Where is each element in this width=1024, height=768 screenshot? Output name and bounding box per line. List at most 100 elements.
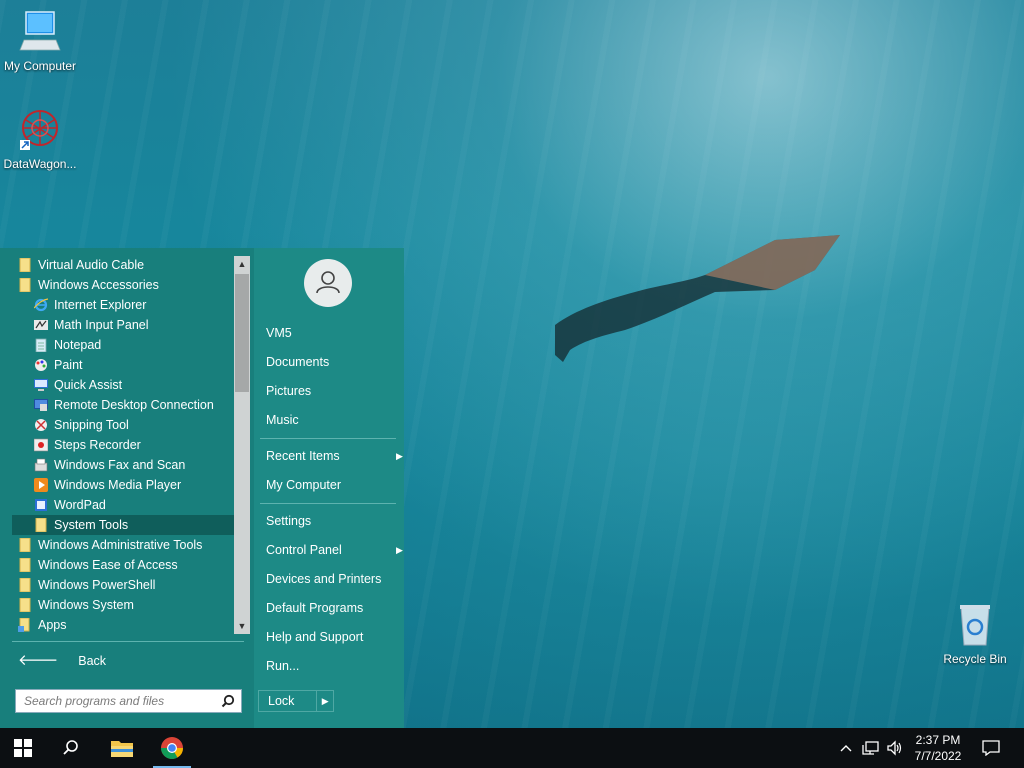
my-computer-link[interactable]: My Computer (266, 475, 341, 495)
show-hidden-icons-button[interactable] (836, 728, 856, 768)
desktop-icon-label: Recycle Bin (943, 652, 1007, 666)
chevron-right-icon: ▶ (396, 451, 403, 461)
program-item[interactable]: Virtual Audio Cable (12, 255, 234, 275)
program-label: Windows Administrative Tools (38, 538, 203, 552)
quick-assist-icon (34, 378, 54, 392)
program-label: Apps (38, 618, 67, 632)
scroll-down-button[interactable]: ▼ (234, 618, 250, 634)
file-explorer-icon (111, 741, 133, 757)
notepad-icon (34, 338, 54, 352)
folder-icon (18, 538, 38, 552)
help-support-link[interactable]: Help and Support (266, 627, 363, 647)
snipping-tool-icon (34, 418, 54, 432)
start-button[interactable] (0, 728, 46, 768)
divider (260, 503, 396, 504)
program-item[interactable]: Apps (12, 615, 234, 635)
program-label: Snipping Tool (54, 418, 129, 432)
program-item[interactable]: WordPad (12, 495, 234, 515)
program-item[interactable]: Windows Ease of Access (12, 555, 234, 575)
clock[interactable]: 2:37 PM 7/7/2022 (906, 732, 970, 764)
network-button[interactable] (860, 728, 882, 768)
program-label: Paint (54, 358, 83, 372)
program-item[interactable]: Snipping Tool (12, 415, 234, 435)
file-explorer-button[interactable] (99, 728, 145, 768)
settings-link[interactable]: Settings (266, 511, 311, 531)
pictures-link[interactable]: Pictures (266, 381, 311, 401)
places-pane: VM5 Documents Pictures Music Recent Item… (254, 248, 404, 728)
power-options-button[interactable]: ▶ (317, 696, 333, 707)
internet-explorer-icon (34, 298, 54, 312)
control-panel-label: Control Panel (266, 543, 342, 557)
program-item[interactable]: System Tools (12, 515, 234, 535)
chrome-button[interactable] (149, 728, 195, 768)
program-label: Virtual Audio Cable (38, 258, 145, 272)
program-item[interactable]: Windows Media Player (12, 475, 234, 495)
folder-icon (18, 278, 38, 292)
steps-recorder-icon (34, 438, 54, 452)
scrollbar-thumb[interactable] (235, 274, 249, 392)
folder-icon (18, 598, 38, 612)
lock-button[interactable]: Lock (259, 691, 318, 711)
program-label: Windows Media Player (54, 478, 182, 492)
documents-link[interactable]: Documents (266, 352, 329, 372)
desktop-icon-my-computer[interactable]: My Computer (0, 10, 80, 73)
program-label: Windows Accessories (38, 278, 159, 292)
program-item[interactable]: Internet Explorer (12, 295, 234, 315)
program-item[interactable]: Windows Administrative Tools (12, 535, 234, 555)
user-name-link[interactable]: VM5 (266, 323, 292, 343)
chrome-icon (161, 737, 183, 759)
windows-logo-icon (14, 739, 32, 757)
media-player-icon (34, 478, 54, 492)
desktop-icon-recycle-bin[interactable]: Recycle Bin (935, 603, 1015, 666)
program-list-scrollbar[interactable]: ▲ ▼ (234, 256, 250, 634)
paint-icon (34, 358, 54, 372)
program-item[interactable]: Remote Desktop Connection (12, 395, 234, 415)
desktop-icon-label: DataWagon... (3, 157, 77, 171)
search-input[interactable] (22, 693, 221, 709)
taskbar: 2:37 PM 7/7/2022 (0, 728, 1024, 768)
program-label: System Tools (54, 518, 129, 532)
user-icon (316, 271, 340, 294)
program-item[interactable]: Steps Recorder (12, 435, 234, 455)
program-item[interactable]: Windows PowerShell (12, 575, 234, 595)
clock-time: 2:37 PM (915, 733, 961, 747)
network-icon (862, 741, 879, 755)
back-label: Back (78, 654, 107, 668)
default-programs-link[interactable]: Default Programs (266, 598, 363, 618)
control-panel-link[interactable]: Control Panel ▶ (266, 540, 406, 560)
program-item[interactable]: Math Input Panel (12, 315, 234, 335)
program-item[interactable]: Quick Assist (12, 375, 234, 395)
recent-items-link[interactable]: Recent Items ▶ (266, 446, 406, 466)
scroll-up-button[interactable]: ▲ (234, 256, 250, 272)
computer-icon (19, 11, 61, 51)
wordpad-icon (34, 498, 54, 512)
folder-icon (18, 258, 38, 272)
folder-icon (18, 578, 38, 592)
action-center-button[interactable] (978, 728, 1004, 768)
search-button[interactable] (48, 728, 94, 768)
program-item[interactable]: Notepad (12, 335, 234, 355)
recycle-bin-icon (960, 605, 990, 646)
program-item[interactable]: Windows Accessories (12, 275, 234, 295)
user-avatar[interactable] (304, 259, 352, 307)
program-label: Windows System (38, 598, 134, 612)
program-label: Windows Ease of Access (38, 558, 178, 572)
program-item[interactable]: Windows Fax and Scan (12, 455, 234, 475)
program-label: WordPad (54, 498, 106, 512)
lock-button-group: Lock ▶ (258, 690, 334, 712)
search-box[interactable] (15, 689, 242, 713)
program-label: Notepad (54, 338, 102, 352)
search-icon[interactable] (221, 694, 235, 708)
volume-button[interactable] (884, 728, 906, 768)
devices-printers-link[interactable]: Devices and Printers (266, 569, 381, 589)
back-button[interactable]: 🡐 Back (18, 651, 106, 671)
clock-date: 7/7/2022 (914, 749, 962, 763)
desktop-icon-datawagon[interactable]: DataWagon... (0, 108, 80, 171)
remote-desktop-icon (34, 398, 54, 412)
music-link[interactable]: Music (266, 410, 299, 430)
back-arrow-icon: 🡐 (18, 652, 59, 669)
program-item[interactable]: Windows System (12, 595, 234, 615)
run-link[interactable]: Run... (266, 656, 299, 676)
divider (12, 641, 244, 642)
program-item[interactable]: Paint (12, 355, 234, 375)
